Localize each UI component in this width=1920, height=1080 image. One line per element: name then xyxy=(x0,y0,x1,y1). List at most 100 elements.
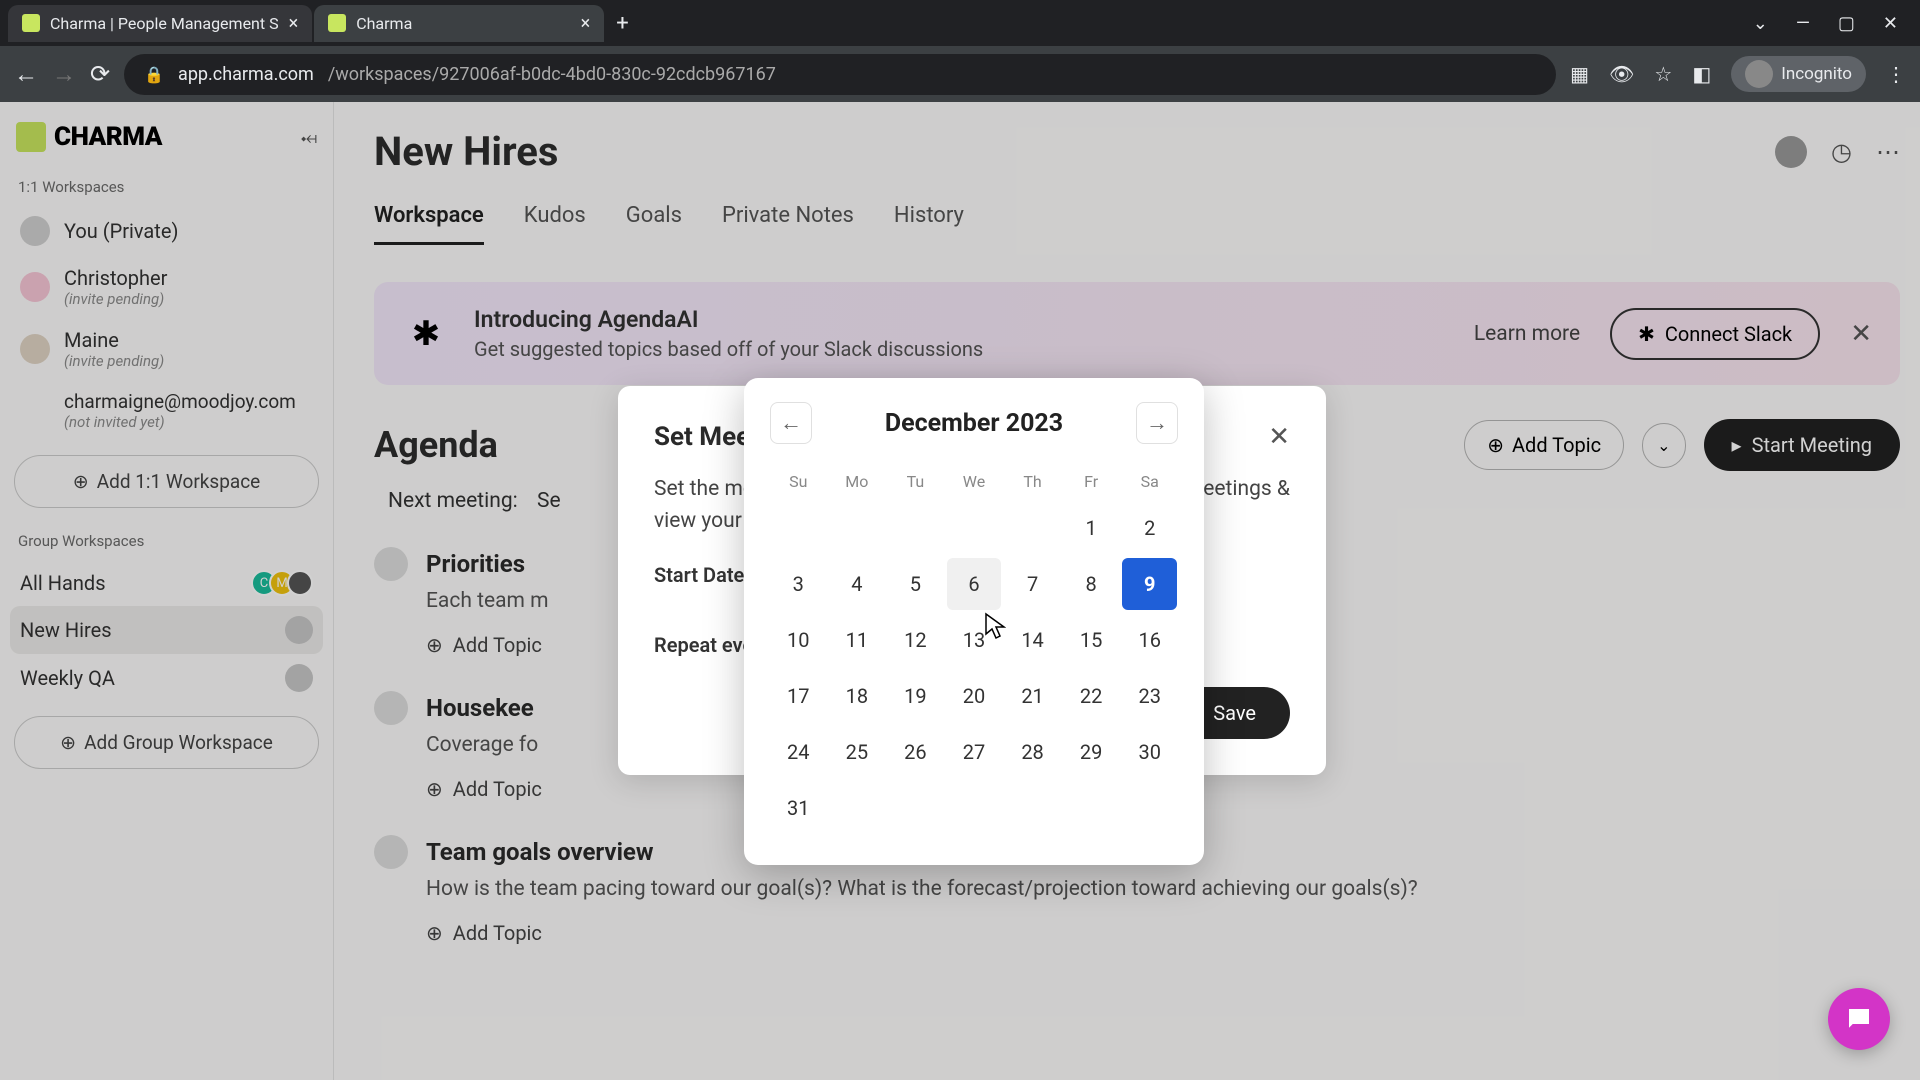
back-icon[interactable]: ← xyxy=(14,60,38,89)
incognito-label: Incognito xyxy=(1781,64,1852,84)
calendar-day-1[interactable]: 1 xyxy=(1064,502,1119,554)
sidebar-item-sub: (invite pending) xyxy=(64,290,167,308)
start-meeting-button[interactable]: ▸ Start Meeting xyxy=(1704,419,1900,471)
tab-history[interactable]: History xyxy=(894,203,964,245)
calendar-day-5[interactable]: 5 xyxy=(888,558,943,610)
calendar-dow: Mo xyxy=(829,464,886,499)
button-label: Connect Slack xyxy=(1665,322,1792,346)
user-avatar[interactable] xyxy=(1775,136,1807,168)
sidebar-item-charmaigne[interactable]: charmaigne@moodjoy.com (not invited yet) xyxy=(10,380,323,441)
calendar-day-19[interactable]: 19 xyxy=(888,670,943,722)
tab-workspace[interactable]: Workspace xyxy=(374,203,484,245)
tab-private-notes[interactable]: Private Notes xyxy=(722,203,854,245)
calendar-day-23[interactable]: 23 xyxy=(1122,670,1177,722)
calendar-day-20[interactable]: 20 xyxy=(947,670,1002,722)
modal-text: Set the me xyxy=(654,477,754,501)
kebab-icon[interactable]: ⋮ xyxy=(1886,62,1906,86)
sidebar-item-label: charmaigne@moodjoy.com xyxy=(64,390,296,413)
favicon-icon xyxy=(22,14,40,32)
calendar-day-9[interactable]: 9 xyxy=(1122,558,1177,610)
calendar-day-8[interactable]: 8 xyxy=(1064,558,1119,610)
agenda-item-title: Housekee xyxy=(426,694,534,722)
eye-off-icon[interactable]: 👁 xyxy=(1609,62,1634,86)
close-icon[interactable]: × xyxy=(289,13,299,34)
calendar-day-3[interactable]: 3 xyxy=(771,558,826,610)
forward-icon[interactable]: → xyxy=(52,60,76,89)
calendar-day-2[interactable]: 2 xyxy=(1122,502,1177,554)
calendar-day-10[interactable]: 10 xyxy=(771,614,826,666)
avatar xyxy=(20,334,50,364)
calendar-day-16[interactable]: 16 xyxy=(1122,614,1177,666)
sidebar-item-all-hands[interactable]: All Hands C M xyxy=(10,560,323,606)
close-window-icon[interactable]: ✕ xyxy=(1883,13,1898,34)
calendar-day-11[interactable]: 11 xyxy=(830,614,885,666)
sidebar-item-you[interactable]: You (Private) xyxy=(10,206,323,256)
calendar-day-24[interactable]: 24 xyxy=(771,726,826,778)
calendar-day-21[interactable]: 21 xyxy=(1005,670,1060,722)
close-icon[interactable]: × xyxy=(581,13,591,34)
next-month-button[interactable]: → xyxy=(1136,402,1178,444)
incognito-badge[interactable]: Incognito xyxy=(1731,56,1866,92)
more-icon[interactable]: ⋯ xyxy=(1876,138,1900,166)
modal-text: eetings & xyxy=(1203,474,1290,506)
collapse-sidebar-icon[interactable]: ⤟ xyxy=(301,125,317,149)
calendar-month-label: December 2023 xyxy=(885,409,1063,438)
add-group-workspace-button[interactable]: ⊕ Add Group Workspace xyxy=(14,716,319,769)
logo[interactable]: CHARMA xyxy=(16,122,162,152)
add-1on1-workspace-button[interactable]: ⊕ Add 1:1 Workspace xyxy=(14,455,319,508)
calendar-day-15[interactable]: 15 xyxy=(1064,614,1119,666)
sidebar-item-christopher[interactable]: Christopher (invite pending) xyxy=(10,256,323,318)
tab-goals[interactable]: Goals xyxy=(626,203,682,245)
calendar-day-18[interactable]: 18 xyxy=(830,670,885,722)
plus-icon: ⊕ xyxy=(426,777,443,801)
calendar-day-26[interactable]: 26 xyxy=(888,726,943,778)
sidebar-item-maine[interactable]: Maine (invite pending) xyxy=(10,318,323,380)
sidebar-item-label: Christopher xyxy=(64,266,167,290)
extension-icon[interactable]: ▦ xyxy=(1570,62,1589,86)
sidebar-item-new-hires[interactable]: New Hires xyxy=(10,606,323,654)
panel-icon[interactable]: ◧ xyxy=(1692,62,1711,86)
calendar-day-12[interactable]: 12 xyxy=(888,614,943,666)
calendar-day-7[interactable]: 7 xyxy=(1005,558,1060,610)
calendar-day-14[interactable]: 14 xyxy=(1005,614,1060,666)
reload-icon[interactable]: ⟳ xyxy=(90,60,110,88)
calendar-dow: Tu xyxy=(887,464,944,499)
calendar-day-6[interactable]: 6 xyxy=(947,558,1002,610)
close-icon[interactable]: ✕ xyxy=(1268,422,1290,452)
sidebar-item-label: All Hands xyxy=(20,571,106,595)
chevron-down-icon[interactable]: ⌄ xyxy=(1753,13,1768,34)
calendar-day-31[interactable]: 31 xyxy=(771,782,826,834)
add-topic-inline[interactable]: ⊕Add Topic xyxy=(426,921,1900,945)
calendar-day-13[interactable]: 13 xyxy=(947,614,1002,666)
maximize-icon[interactable]: ▢ xyxy=(1838,13,1855,34)
clock-icon[interactable]: ◷ xyxy=(1831,138,1852,166)
calendar-day-4[interactable]: 4 xyxy=(830,558,885,610)
tab-kudos[interactable]: Kudos xyxy=(524,203,586,245)
browser-tab-1[interactable]: Charma × xyxy=(314,5,604,42)
star-icon[interactable]: ☆ xyxy=(1654,62,1672,86)
minimize-icon[interactable]: — xyxy=(1796,13,1810,34)
calendar-day-29[interactable]: 29 xyxy=(1064,726,1119,778)
avatar xyxy=(374,691,408,725)
url-bar[interactable]: 🔒 app.charma.com/workspaces/927006af-b0d… xyxy=(124,54,1556,95)
calendar-day-17[interactable]: 17 xyxy=(771,670,826,722)
calendar-dow: We xyxy=(946,464,1003,499)
prev-month-button[interactable]: ← xyxy=(770,402,812,444)
add-topic-button[interactable]: ⊕ Add Topic xyxy=(1464,420,1624,470)
calendar-day-30[interactable]: 30 xyxy=(1122,726,1177,778)
new-tab-button[interactable]: + xyxy=(616,11,628,36)
plus-icon: ⊕ xyxy=(1487,433,1504,457)
browser-tab-0[interactable]: Charma | People Management S × xyxy=(8,5,312,42)
url-path: /workspaces/927006af-b0dc-4bd0-830c-92cd… xyxy=(328,64,776,85)
calendar-day-27[interactable]: 27 xyxy=(947,726,1002,778)
sidebar-item-weekly-qa[interactable]: Weekly QA xyxy=(10,654,323,702)
connect-slack-button[interactable]: ✱ Connect Slack xyxy=(1610,308,1820,360)
calendar-day-22[interactable]: 22 xyxy=(1064,670,1119,722)
member-chip xyxy=(285,664,313,692)
close-icon[interactable]: ✕ xyxy=(1850,319,1872,349)
calendar-day-25[interactable]: 25 xyxy=(830,726,885,778)
add-topic-dropdown[interactable]: ⌄ xyxy=(1642,423,1685,468)
learn-more-link[interactable]: Learn more xyxy=(1474,322,1580,346)
help-fab[interactable] xyxy=(1828,988,1890,1050)
calendar-day-28[interactable]: 28 xyxy=(1005,726,1060,778)
